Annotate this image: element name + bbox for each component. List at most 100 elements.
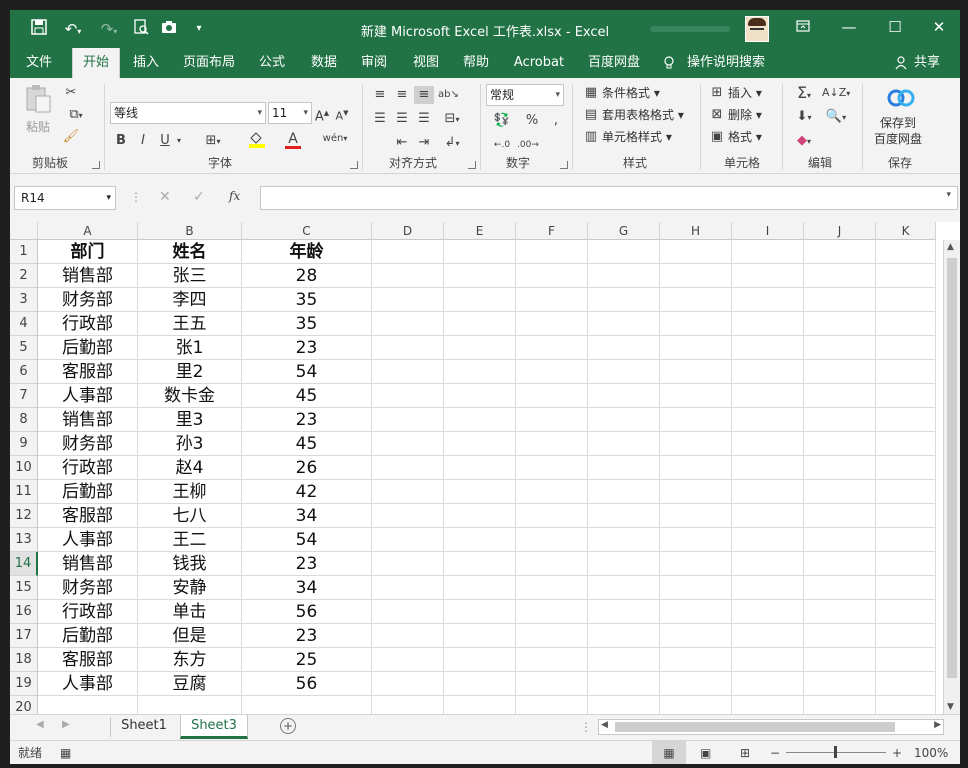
tab-view[interactable]: 视图 — [408, 48, 444, 78]
table-cell[interactable]: 45 — [242, 432, 372, 456]
table-cell[interactable] — [372, 552, 444, 576]
table-cell[interactable] — [588, 240, 660, 264]
table-cell[interactable] — [660, 432, 732, 456]
table-cell[interactable] — [732, 456, 804, 480]
tab-file[interactable]: 文件 — [18, 48, 60, 78]
vertical-scrollbar[interactable]: ▲ ▼ — [943, 240, 960, 714]
table-cell[interactable] — [444, 528, 516, 552]
fill-icon[interactable]: ⬇▾ — [790, 108, 818, 127]
table-cell[interactable] — [804, 456, 876, 480]
row-header[interactable]: 7 — [10, 384, 38, 408]
decrease-decimal-icon[interactable]: .00→ — [516, 136, 540, 154]
comma-style-icon[interactable]: , — [546, 112, 566, 130]
table-cell[interactable] — [804, 576, 876, 600]
column-header-c[interactable]: C — [242, 222, 372, 240]
table-cell[interactable]: 34 — [242, 576, 372, 600]
horizontal-scrollbar[interactable]: ◀ ▶ — [598, 719, 944, 735]
table-cell[interactable] — [516, 336, 588, 360]
table-cell[interactable]: 里3 — [138, 408, 242, 432]
table-cell[interactable] — [876, 264, 936, 288]
table-cell[interactable]: 七八 — [138, 504, 242, 528]
table-cell[interactable] — [732, 432, 804, 456]
table-cell[interactable] — [660, 240, 732, 264]
table-cell[interactable] — [588, 552, 660, 576]
table-cell[interactable] — [660, 384, 732, 408]
table-cell[interactable] — [444, 504, 516, 528]
table-cell[interactable]: 34 — [242, 504, 372, 528]
table-cell[interactable] — [516, 528, 588, 552]
table-cell[interactable] — [876, 360, 936, 384]
table-cell[interactable] — [732, 288, 804, 312]
row-header[interactable]: 6 — [10, 360, 38, 384]
table-cell[interactable] — [732, 552, 804, 576]
table-cell[interactable]: 客服部 — [38, 648, 138, 672]
sheet-tab-sheet1[interactable]: Sheet1 — [112, 715, 176, 739]
table-cell[interactable] — [516, 576, 588, 600]
table-cell[interactable] — [588, 456, 660, 480]
table-cell[interactable] — [516, 408, 588, 432]
page-break-view-icon[interactable]: ⊞ — [740, 745, 750, 761]
table-cell[interactable] — [372, 696, 444, 714]
table-cell[interactable]: 但是 — [138, 624, 242, 648]
table-cell[interactable]: 人事部 — [38, 672, 138, 696]
format-cells-icon[interactable]: ▣ — [708, 128, 726, 146]
increase-decimal-icon[interactable]: ←.0 — [490, 136, 514, 154]
zoom-slider-thumb[interactable] — [834, 746, 837, 758]
tab-data[interactable]: 数据 — [306, 48, 342, 78]
align-left-icon[interactable]: ☰ — [370, 110, 390, 128]
table-cell[interactable] — [876, 432, 936, 456]
table-cell[interactable] — [660, 624, 732, 648]
table-cell[interactable]: 35 — [242, 312, 372, 336]
table-cell[interactable] — [588, 264, 660, 288]
table-cell[interactable] — [804, 672, 876, 696]
table-cell[interactable] — [516, 648, 588, 672]
tab-formulas[interactable]: 公式 — [254, 48, 290, 78]
avatar[interactable] — [745, 16, 769, 42]
align-bottom-icon[interactable]: ≡ — [414, 86, 434, 104]
maximize-icon[interactable]: ☐ — [880, 18, 910, 36]
row-header[interactable]: 1 — [10, 240, 38, 264]
table-cell[interactable] — [372, 264, 444, 288]
row-header[interactable]: 19 — [10, 672, 38, 696]
table-cell[interactable] — [444, 696, 516, 714]
table-cell[interactable] — [732, 312, 804, 336]
delete-cells-icon[interactable]: ⊠ — [708, 106, 726, 124]
table-cell[interactable]: 财务部 — [38, 576, 138, 600]
minimize-icon[interactable]: — — [834, 18, 864, 36]
table-cell[interactable] — [516, 432, 588, 456]
table-cell[interactable] — [372, 504, 444, 528]
table-cell[interactable] — [444, 288, 516, 312]
formula-input[interactable]: ▾ — [260, 186, 958, 210]
table-header-cell[interactable]: 姓名 — [138, 240, 242, 264]
table-cell[interactable]: 李四 — [138, 288, 242, 312]
accounting-format-icon[interactable]: 💱 — [490, 112, 514, 130]
scroll-left-icon[interactable]: ◀ — [601, 720, 608, 730]
underline-dropdown-icon[interactable]: ▾ — [174, 132, 184, 150]
table-cell[interactable]: 客服部 — [38, 504, 138, 528]
table-cell[interactable] — [588, 672, 660, 696]
table-cell[interactable] — [660, 264, 732, 288]
copy-icon[interactable]: ⧉▾ — [62, 106, 90, 125]
table-cell[interactable] — [444, 576, 516, 600]
table-cell[interactable] — [876, 528, 936, 552]
column-header-b[interactable]: B — [138, 222, 242, 240]
table-cell[interactable] — [660, 648, 732, 672]
table-cell[interactable] — [242, 696, 372, 714]
table-cell[interactable] — [588, 624, 660, 648]
tab-acrobat[interactable]: Acrobat — [510, 48, 568, 78]
align-right-icon[interactable]: ☰ — [414, 110, 434, 128]
column-header-e[interactable]: E — [444, 222, 516, 240]
table-cell[interactable]: 里2 — [138, 360, 242, 384]
table-cell[interactable] — [732, 576, 804, 600]
column-header-i[interactable]: I — [732, 222, 804, 240]
table-cell[interactable] — [588, 504, 660, 528]
table-cell[interactable] — [660, 672, 732, 696]
horizontal-scroll-thumb[interactable] — [615, 722, 895, 732]
table-cell[interactable] — [660, 336, 732, 360]
paste-icon[interactable] — [24, 84, 52, 114]
table-cell[interactable]: 56 — [242, 600, 372, 624]
table-cell[interactable]: 35 — [242, 288, 372, 312]
normal-view-icon[interactable]: ▦ — [652, 741, 686, 764]
table-cell[interactable]: 人事部 — [38, 528, 138, 552]
table-cell[interactable]: 28 — [242, 264, 372, 288]
